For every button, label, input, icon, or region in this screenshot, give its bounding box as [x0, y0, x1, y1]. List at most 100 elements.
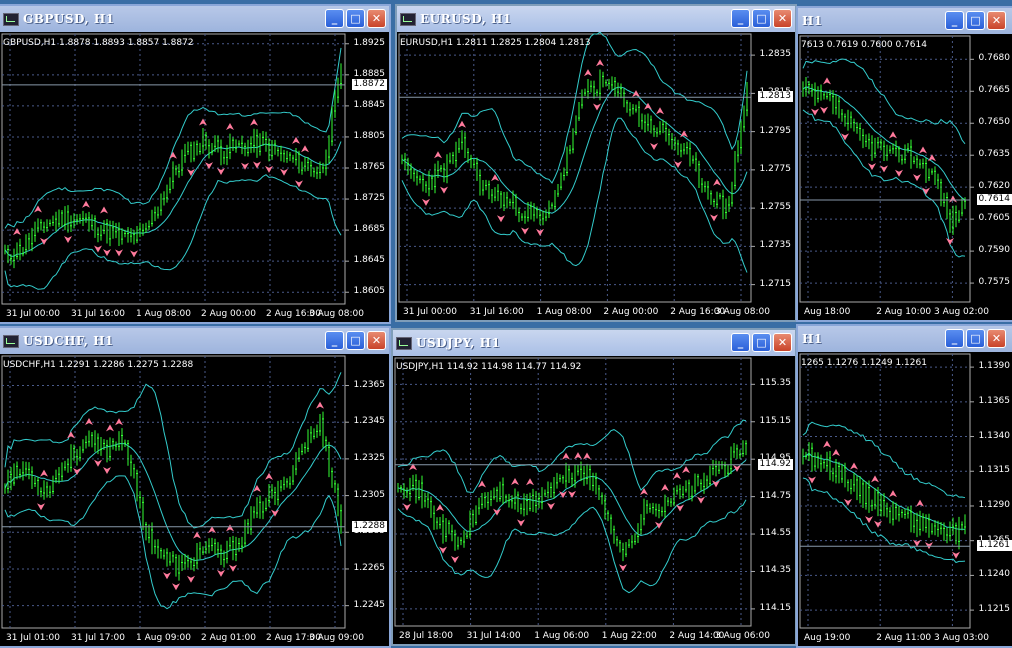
- y-axis-label: 1.8605: [354, 286, 386, 296]
- y-axis-label: 1.8845: [354, 100, 386, 110]
- title-bar[interactable]: USDJPY, H1 _ □ ✕: [393, 330, 795, 356]
- chart-window-icon: [3, 13, 19, 26]
- price-chart[interactable]: 1.23651.23451.23251.23051.22851.22651.22…: [0, 354, 389, 646]
- title-bar[interactable]: H1 _ □ ✕: [798, 8, 1012, 34]
- current-price-tag: 1.2288: [352, 521, 388, 532]
- title-bar[interactable]: USDCHF, H1 _ □ ✕: [0, 328, 389, 354]
- chart-window-audusd[interactable]: H1 _ □ ✕ 1.13901.13651.13401.13151.12901…: [796, 324, 1012, 648]
- fractal-down-arrow: [94, 460, 102, 467]
- maximize-button[interactable]: □: [966, 11, 985, 30]
- chart-window-usdcad[interactable]: H1 _ □ ✕ 0.76800.76650.76500.76350.76200…: [796, 6, 1012, 322]
- fractal-up-arrow: [871, 475, 879, 482]
- window-title: USDJPY, H1: [416, 336, 500, 350]
- window-title: H1: [802, 332, 823, 346]
- x-axis-label: 2 Aug 00:00: [603, 307, 658, 317]
- price-chart[interactable]: 1.89251.88851.88451.88051.87651.87251.86…: [0, 32, 389, 322]
- y-axis-label: 1.8885: [354, 69, 386, 79]
- fractal-down-arrow: [422, 199, 430, 206]
- close-button[interactable]: ✕: [773, 333, 792, 352]
- fractal-down-arrow: [103, 249, 111, 256]
- fractal-up-arrow: [583, 453, 591, 460]
- band-lower-line: [398, 500, 746, 593]
- close-button[interactable]: ✕: [773, 9, 792, 28]
- fractal-up-arrow: [526, 478, 534, 485]
- y-axis-label: 0.7680: [979, 53, 1011, 63]
- chart-window-gbpusd[interactable]: GBPUSD, H1 _ □ ✕ 1.89251.88851.88451.880…: [0, 4, 391, 324]
- close-button[interactable]: ✕: [367, 331, 386, 350]
- fractal-down-arrow: [593, 104, 601, 111]
- maximize-button[interactable]: □: [346, 331, 365, 350]
- minimize-button[interactable]: _: [945, 11, 964, 30]
- fractal-up-arrow: [82, 201, 90, 208]
- minimize-button[interactable]: _: [945, 329, 964, 348]
- y-axis-label: 0.7575: [979, 277, 1011, 287]
- minimize-button[interactable]: _: [731, 333, 750, 352]
- fractal-up-arrow: [226, 524, 234, 531]
- fractal-up-arrow: [169, 152, 177, 159]
- fractal-up-arrow: [458, 121, 466, 128]
- x-axis-label: 3 Aug 06:00: [715, 631, 770, 641]
- minimize-button[interactable]: _: [325, 9, 344, 28]
- maximize-button[interactable]: □: [346, 9, 365, 28]
- y-axis-label: 0.7605: [979, 213, 1011, 223]
- fractal-up-arrow: [673, 472, 681, 479]
- fractal-down-arrow: [280, 169, 288, 176]
- maximize-button[interactable]: □: [966, 329, 985, 348]
- title-bar[interactable]: EURUSD, H1 _ □ ✕: [397, 6, 795, 32]
- plot-frame: [800, 354, 970, 628]
- symbol-info: 7613 0.7619 0.7600 0.7614: [801, 40, 927, 50]
- title-bar[interactable]: GBPUSD, H1 _ □ ✕: [0, 6, 389, 32]
- plot-frame: [395, 358, 751, 626]
- chart-window-eurusd[interactable]: EURUSD, H1 _ □ ✕ 1.28351.28151.27951.277…: [395, 4, 797, 322]
- current-price-tag: 0.7614: [977, 194, 1012, 205]
- fractal-up-arrow: [40, 470, 48, 477]
- fractal-down-arrow: [517, 519, 525, 526]
- title-bar[interactable]: H1 _ □ ✕: [798, 326, 1012, 352]
- price-chart[interactable]: 1.28351.28151.27951.27751.27551.27351.27…: [397, 32, 795, 320]
- price-chart[interactable]: 1.13901.13651.13401.13151.12901.12651.12…: [798, 352, 1012, 646]
- minimize-button[interactable]: _: [325, 331, 344, 350]
- fractal-up-arrow: [409, 463, 417, 470]
- fractal-down-arrow: [229, 565, 237, 572]
- close-button[interactable]: ✕: [987, 11, 1006, 30]
- y-axis-label: 1.2365: [354, 380, 386, 390]
- y-axis-label: 115.35: [760, 378, 792, 388]
- y-axis-label: 1.2715: [760, 279, 792, 289]
- fractal-down-arrow: [187, 576, 195, 583]
- x-axis-label: 1 Aug 22:00: [602, 631, 657, 641]
- fractal-up-arrow: [301, 145, 309, 152]
- x-axis-label: 31 Jul 16:00: [71, 309, 125, 319]
- fractal-down-arrow: [865, 516, 873, 523]
- fractal-down-arrow: [733, 465, 741, 472]
- fractal-down-arrow: [163, 572, 171, 579]
- fractal-up-arrow: [919, 146, 927, 153]
- close-button[interactable]: ✕: [367, 9, 386, 28]
- fractal-down-arrow: [94, 245, 102, 252]
- price-chart[interactable]: 115.35115.15114.95114.75114.55114.35114.…: [393, 356, 795, 644]
- fractal-up-arrow: [316, 402, 324, 409]
- maximize-button[interactable]: □: [752, 333, 771, 352]
- fractal-down-arrow: [710, 214, 718, 221]
- fractal-up-arrow: [632, 90, 640, 97]
- fractal-up-arrow: [85, 418, 93, 425]
- chart-window-usdjpy[interactable]: USDJPY, H1 _ □ ✕ 115.35115.15114.95114.7…: [391, 328, 797, 646]
- fractal-down-arrow: [874, 521, 882, 528]
- price-chart[interactable]: 0.76800.76650.76500.76350.76200.76050.75…: [798, 34, 1012, 320]
- x-axis-label: 3 Aug 09:00: [309, 633, 364, 643]
- fractal-down-arrow: [868, 163, 876, 170]
- y-axis-label: 1.2755: [760, 202, 792, 212]
- y-axis-label: 1.2775: [760, 164, 792, 174]
- fractal-up-arrow: [823, 77, 831, 84]
- fractal-up-arrow: [574, 452, 582, 459]
- fractal-up-arrow: [682, 466, 690, 473]
- minimize-button[interactable]: _: [731, 9, 750, 28]
- symbol-info: EURUSD,H1 1.2811 1.2825 1.2804 1.2813: [400, 38, 591, 48]
- close-button[interactable]: ✕: [987, 329, 1006, 348]
- fractal-down-arrow: [650, 143, 658, 150]
- symbol-info: GBPUSD,H1 1.8878 1.8893 1.8857 1.8872: [3, 38, 194, 48]
- fractal-down-arrow: [172, 583, 180, 590]
- chart-window-usdchf[interactable]: USDCHF, H1 _ □ ✕ 1.23651.23451.23251.230…: [0, 326, 391, 648]
- fractal-down-arrow: [536, 229, 544, 236]
- maximize-button[interactable]: □: [752, 9, 771, 28]
- y-axis-label: 1.1290: [979, 500, 1011, 510]
